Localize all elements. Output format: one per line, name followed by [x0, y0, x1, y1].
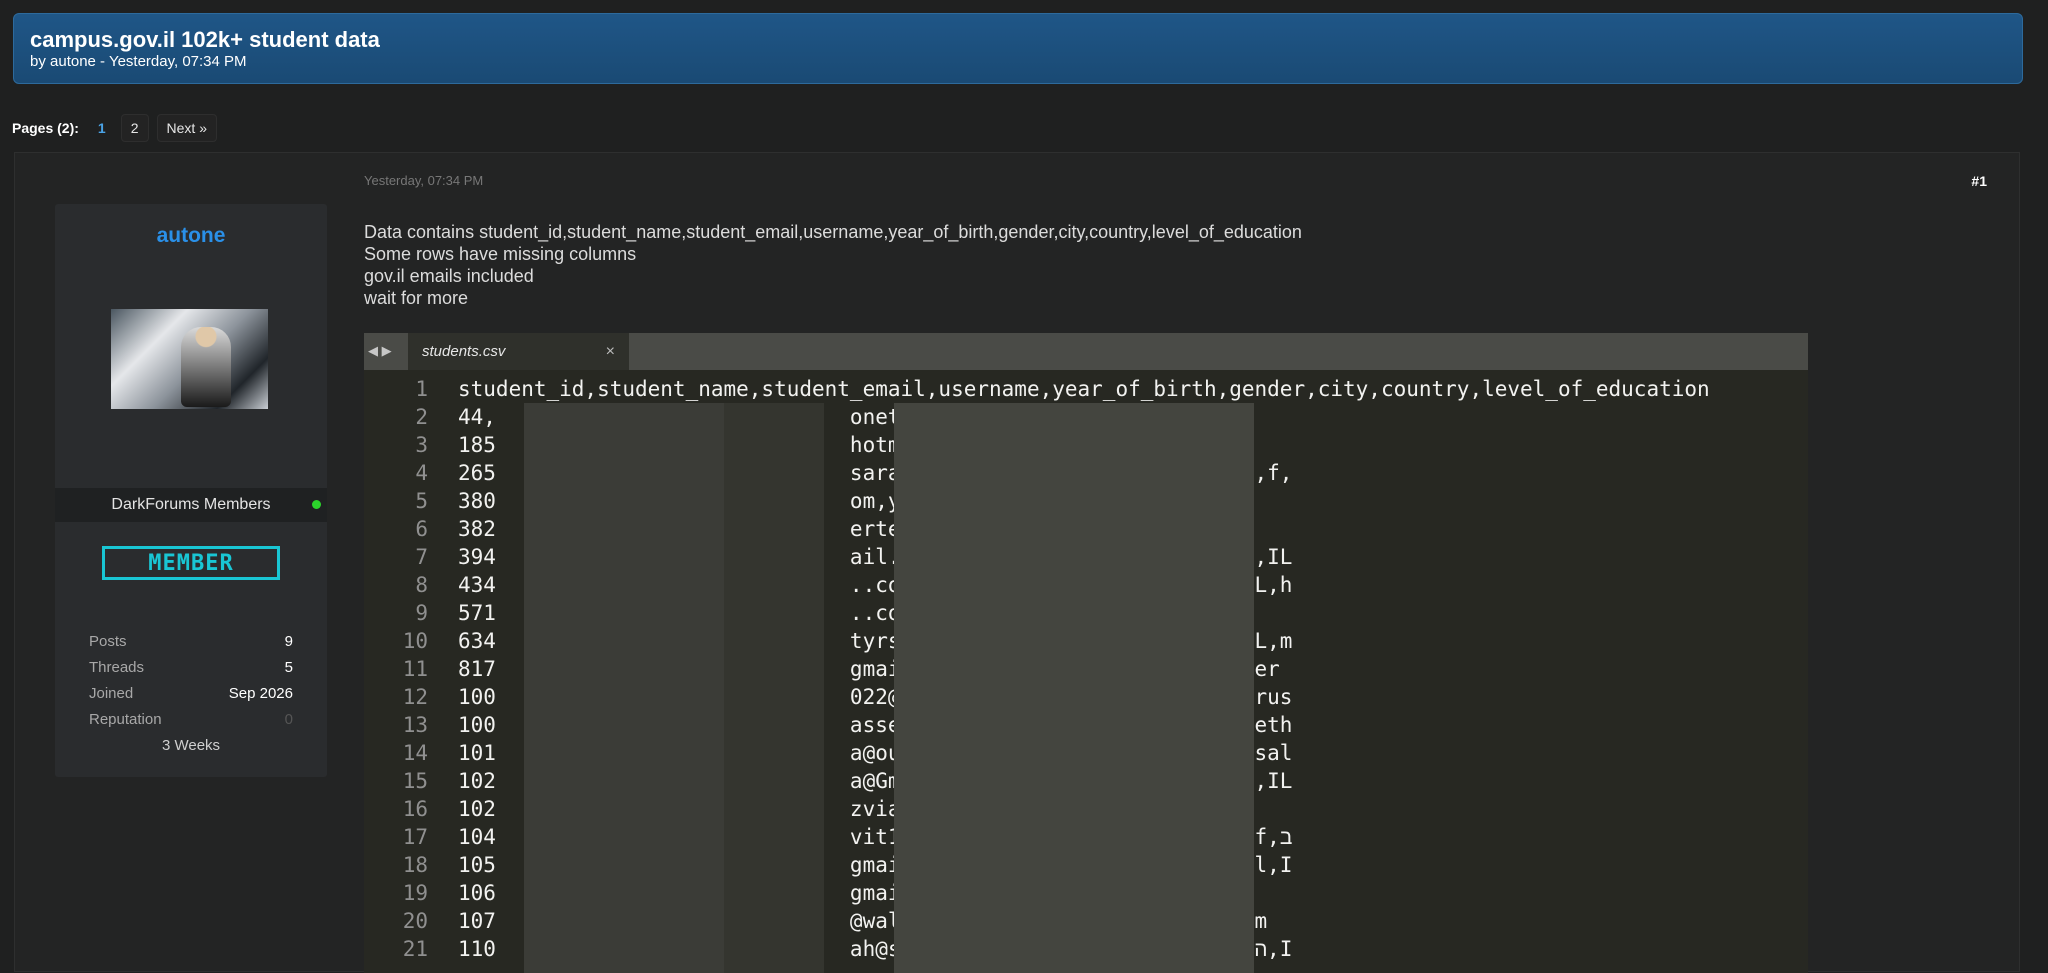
stat-value[interactable]: 0 — [285, 707, 293, 733]
line-number: 13 — [402, 713, 428, 737]
line-number: 4 — [415, 461, 428, 485]
stat-threads: Threads 5 — [89, 655, 293, 681]
stat-value[interactable]: 5 — [285, 655, 293, 681]
line-number: 14 — [402, 741, 428, 765]
line-number: 18 — [402, 853, 428, 877]
nav-arrows-icon: ◀ ▶ — [368, 343, 392, 358]
code-line: 1 student_id,student_name,student_email,u… — [364, 375, 1808, 403]
line-number: 15 — [402, 769, 428, 793]
redaction-block — [724, 403, 824, 973]
redaction-block — [524, 403, 724, 973]
author-stats: Posts 9 Threads 5 Joined Sep 2026 Reputa… — [89, 629, 293, 759]
stat-value: Sep 2026 — [228, 685, 293, 702]
line-number: 1 — [415, 377, 428, 401]
author-name[interactable]: autone — [55, 224, 327, 248]
csv-screenshot: ◀ ▶ students.csv × 1 student_id,student_n… — [364, 333, 1808, 973]
line-number: 2 — [415, 405, 428, 429]
stat-label: Threads — [89, 659, 145, 676]
line-number: 20 — [402, 909, 428, 933]
line-number: 11 — [402, 657, 428, 681]
stat-label: Joined — [89, 685, 134, 702]
pagination: Pages (2): 1 2 Next » — [12, 114, 217, 142]
stat-reputation: Reputation 0 — [89, 707, 293, 733]
user-group-label: DarkForums Members — [111, 496, 271, 513]
thread-header: campus.gov.il 102k+ student data by auto… — [13, 13, 2023, 84]
stat-label: Reputation — [89, 711, 162, 728]
editor-tab: students.csv × — [408, 333, 629, 370]
post-body-line: gov.il emails included — [364, 266, 534, 286]
page-1-link[interactable]: 1 — [91, 114, 113, 142]
next-page-link[interactable]: Next » — [156, 114, 217, 142]
avatar[interactable] — [111, 309, 268, 409]
stat-time-online: 3 Weeks — [161, 737, 221, 754]
stat-value[interactable]: 9 — [285, 629, 293, 655]
avatar-figure — [181, 327, 231, 407]
post-body-line: Data contains student_id,student_name,st… — [364, 222, 1302, 242]
stat-posts: Posts 9 — [89, 629, 293, 655]
line-number: 16 — [402, 797, 428, 821]
line-number: 5 — [415, 489, 428, 513]
editor-tab-label: students.csv — [422, 343, 506, 360]
line-number: 17 — [402, 825, 428, 849]
post-body: Data contains student_id,student_name,st… — [364, 221, 1302, 309]
line-number: 10 — [402, 629, 428, 653]
member-badge: MEMBER — [102, 546, 280, 580]
line-number: 3 — [415, 433, 428, 457]
line-text: student_id,student_name,student_email,us… — [458, 377, 1710, 401]
post-number-link[interactable]: #1 — [1971, 173, 1987, 189]
user-group: DarkForums Members — [55, 488, 327, 522]
stat-label: Posts — [89, 633, 127, 650]
pages-label: Pages (2): — [12, 120, 79, 136]
line-number: 8 — [415, 573, 428, 597]
post-body-line: Some rows have missing columns — [364, 244, 637, 264]
page-2-link[interactable]: 2 — [120, 114, 149, 142]
line-number: 9 — [415, 601, 428, 625]
line-number: 7 — [415, 545, 428, 569]
thread-title: campus.gov.il 102k+ student data — [30, 27, 380, 52]
post-body-line: wait for more — [364, 288, 469, 308]
post-date: Yesterday, 07:34 PM — [364, 173, 484, 188]
stat-joined: Joined Sep 2026 — [89, 681, 293, 707]
line-number: 12 — [402, 685, 428, 709]
line-number: 6 — [415, 517, 428, 541]
online-status-icon — [312, 500, 321, 509]
thread-meta: by autone - Yesterday, 07:34 PM — [30, 53, 247, 70]
line-number: 19 — [402, 881, 428, 905]
author-panel: autone DarkForums Members MEMBER Posts 9… — [55, 204, 327, 777]
post: autone DarkForums Members MEMBER Posts 9… — [14, 152, 2020, 973]
editor-tabbar: ◀ ▶ students.csv × — [364, 333, 1808, 370]
redaction-block — [894, 403, 1254, 973]
close-icon: × — [605, 343, 615, 360]
